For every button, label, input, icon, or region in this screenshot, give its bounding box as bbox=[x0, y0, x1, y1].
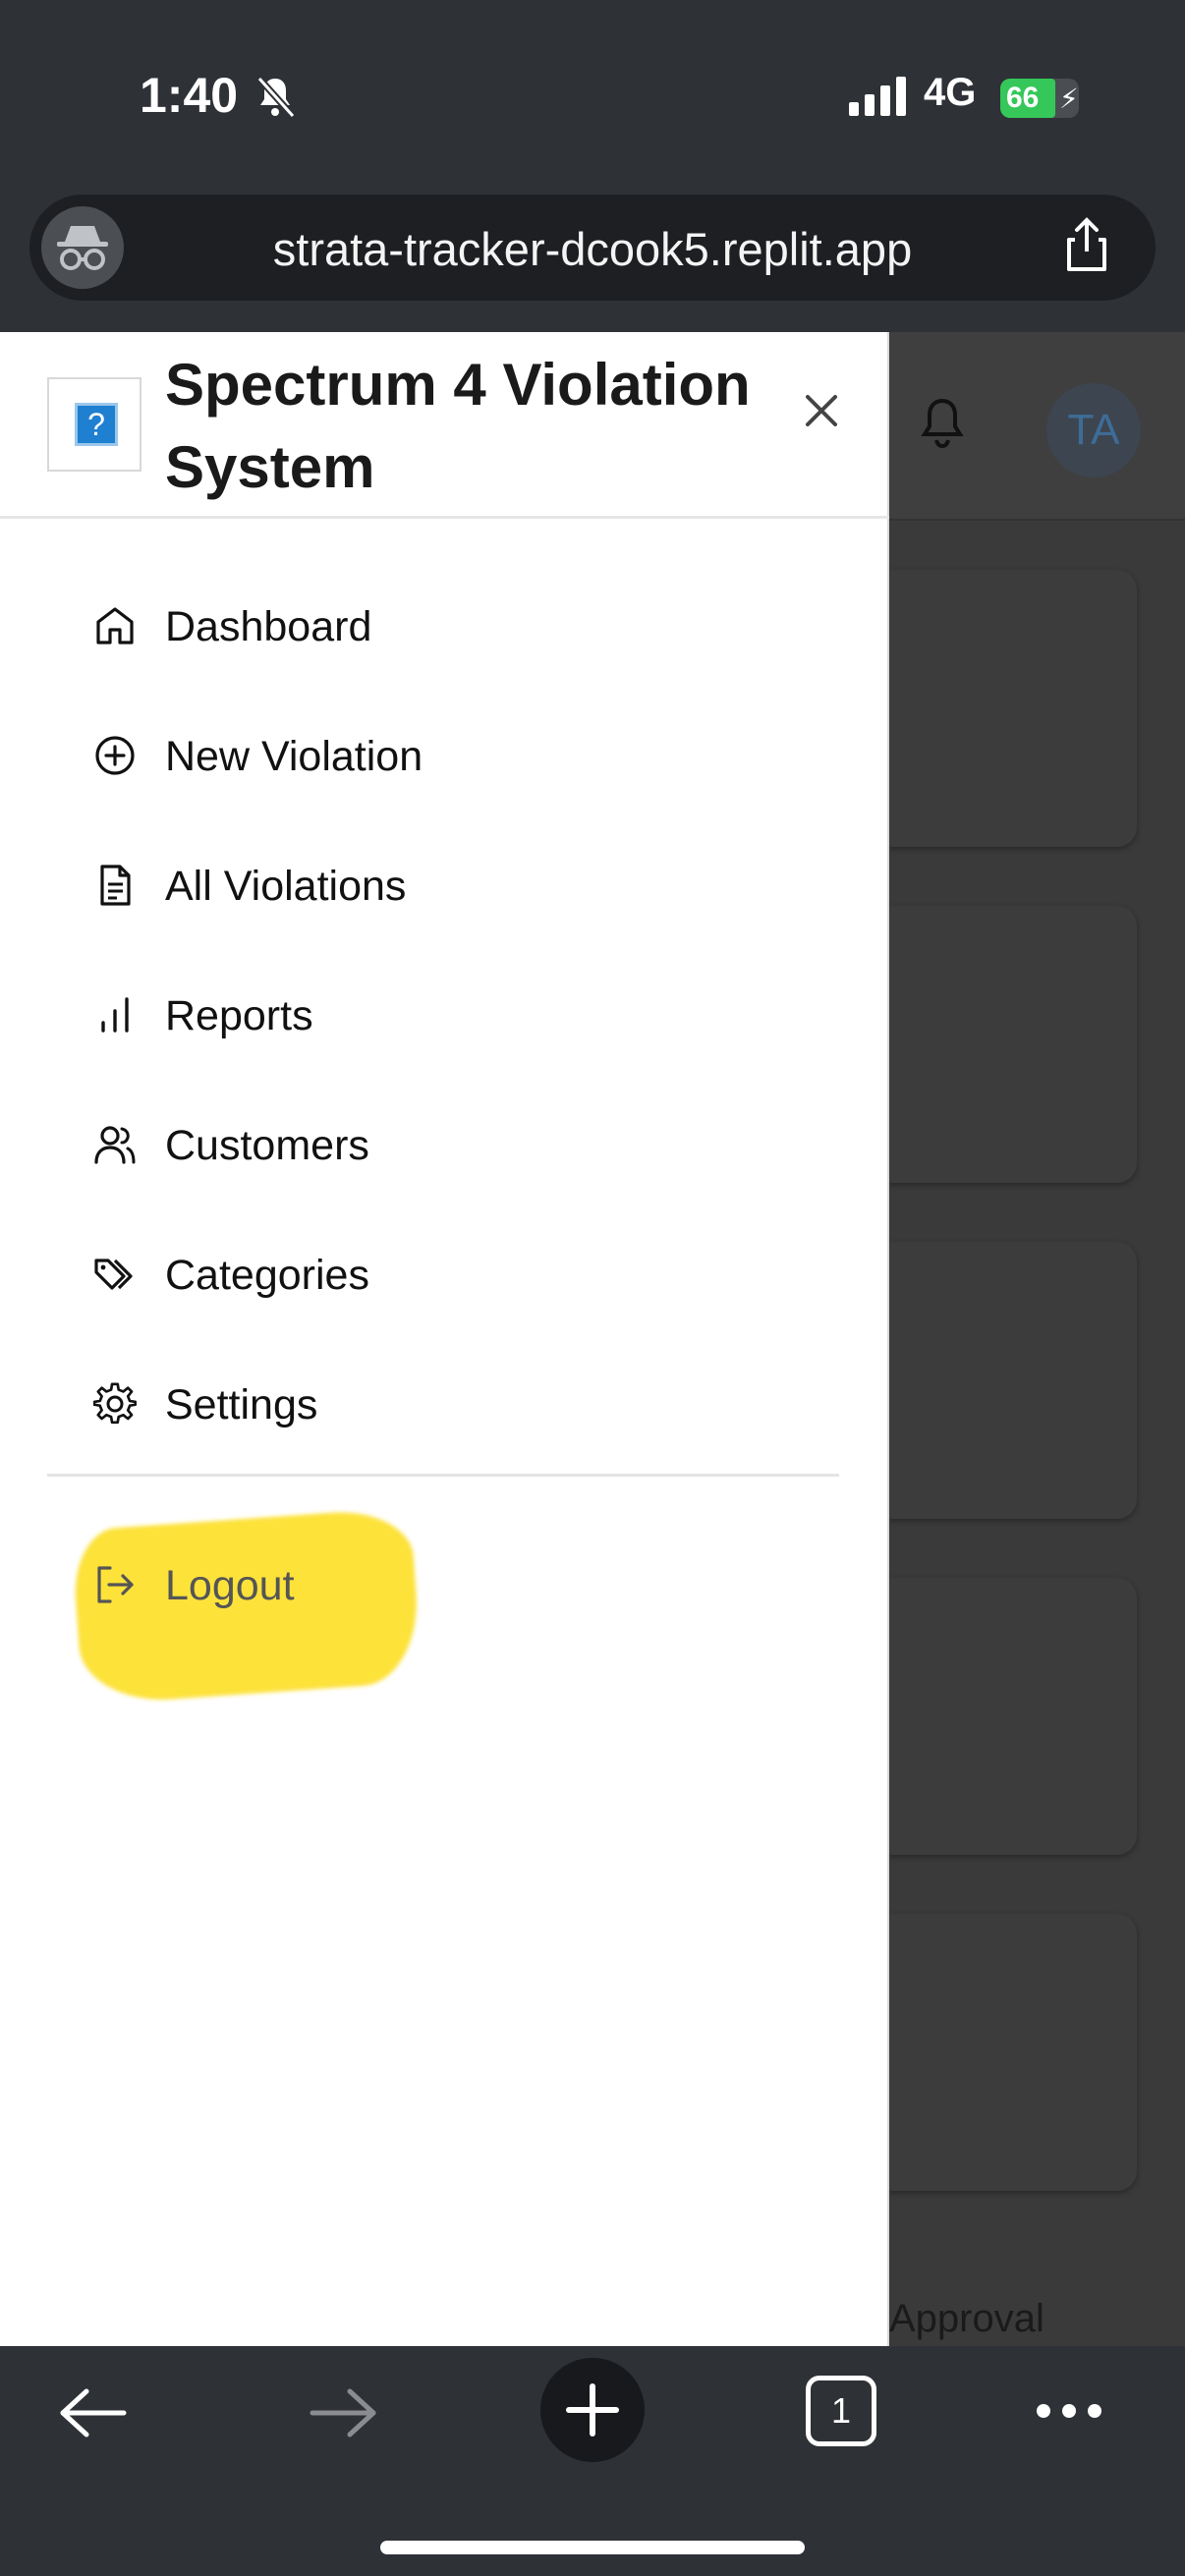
document-icon bbox=[100, 865, 131, 906]
browser-toolbar-bottom: 1 bbox=[0, 2346, 1185, 2576]
charging-icon: ⚡ bbox=[1059, 84, 1079, 114]
sidebar-item-reports[interactable]: Reports bbox=[79, 961, 845, 1069]
background-app-overlay[interactable]: TA Approval bbox=[889, 332, 1185, 2346]
network-type: 4G bbox=[924, 71, 977, 114]
background-card bbox=[889, 1914, 1137, 2191]
address-bar[interactable]: strata-tracker-dcook5.replit.app bbox=[29, 195, 1156, 301]
home-icon bbox=[96, 607, 134, 644]
browser-chrome-top: 1:40 4G 66 ⚡ strata-tracker-dcook5.repli… bbox=[0, 0, 1185, 332]
broken-image-icon: ? bbox=[75, 403, 118, 446]
url-text: strata-tracker-dcook5.replit.app bbox=[272, 223, 913, 275]
logout-button[interactable]: Logout bbox=[79, 1531, 845, 1639]
new-tab-button[interactable] bbox=[540, 2358, 645, 2462]
sidebar-item-new-violation[interactable]: New Violation bbox=[79, 701, 845, 810]
background-header: TA bbox=[889, 332, 1185, 521]
home-indicator bbox=[380, 2541, 805, 2554]
sidebar-item-label: Reports bbox=[165, 992, 313, 1039]
sidebar-item-label: Categories bbox=[165, 1252, 369, 1299]
app-logo: ? bbox=[47, 377, 141, 472]
background-approval-text: Approval bbox=[889, 2297, 1044, 2340]
logout-label: Logout bbox=[165, 1562, 295, 1609]
background-card bbox=[889, 570, 1137, 847]
sidebar-item-label: New Violation bbox=[165, 733, 423, 780]
plus-circle-icon bbox=[95, 736, 135, 775]
background-card bbox=[889, 906, 1137, 1183]
notification-bell-icon[interactable] bbox=[919, 397, 966, 450]
more-icon[interactable] bbox=[1034, 2399, 1104, 2423]
back-icon[interactable] bbox=[57, 2385, 130, 2440]
tags-icon bbox=[94, 1259, 133, 1290]
plus-icon bbox=[566, 2383, 619, 2436]
status-time: 1:40 bbox=[140, 68, 239, 123]
sidebar-item-label: Dashboard bbox=[165, 603, 372, 650]
tab-count-button[interactable]: 1 bbox=[806, 2376, 876, 2446]
forward-icon[interactable] bbox=[307, 2385, 379, 2440]
logout-icon bbox=[97, 1566, 134, 1603]
sidebar-item-label: Customers bbox=[165, 1122, 369, 1169]
background-card bbox=[889, 1242, 1137, 1519]
sidebar-item-categories[interactable]: Categories bbox=[79, 1220, 845, 1328]
sidebar-item-label: Settings bbox=[165, 1381, 318, 1428]
share-icon[interactable] bbox=[1057, 216, 1116, 275]
app-title: Spectrum 4 Violation System bbox=[165, 352, 751, 500]
battery-level: 66 bbox=[1006, 82, 1040, 114]
close-icon[interactable] bbox=[792, 381, 851, 440]
drawer-header: ? Spectrum 4 Violation System bbox=[0, 332, 889, 519]
sidebar-item-all-violations[interactable]: All Violations bbox=[79, 831, 845, 939]
navigation-drawer: ? Spectrum 4 Violation System Dashboard … bbox=[0, 332, 889, 2346]
background-card bbox=[889, 1578, 1137, 1855]
sidebar-item-settings[interactable]: Settings bbox=[79, 1350, 845, 1458]
gear-icon bbox=[93, 1382, 137, 1425]
bar-chart-icon bbox=[101, 997, 129, 1033]
signal-icon bbox=[849, 77, 906, 116]
sidebar-item-customers[interactable]: Customers bbox=[79, 1091, 845, 1199]
users-icon bbox=[94, 1126, 136, 1164]
divider bbox=[47, 1474, 839, 1477]
sidebar-item-label: All Violations bbox=[165, 863, 407, 910]
silent-mode-icon bbox=[256, 76, 296, 119]
sidebar-item-dashboard[interactable]: Dashboard bbox=[79, 572, 845, 680]
avatar[interactable]: TA bbox=[1046, 383, 1141, 477]
battery-icon: 66 ⚡ bbox=[1000, 79, 1079, 118]
